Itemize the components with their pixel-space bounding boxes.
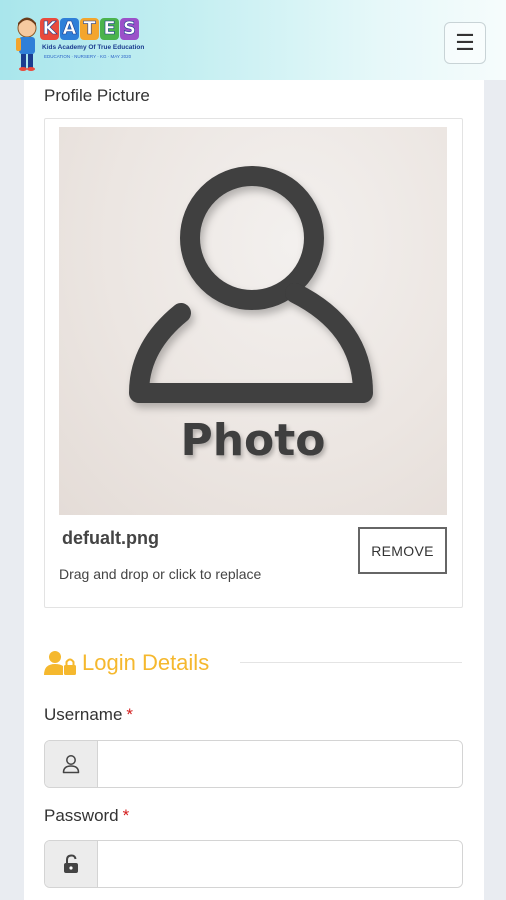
required-mark: * bbox=[122, 806, 130, 825]
password-label-text: Password bbox=[44, 806, 119, 825]
file-name: defualt.png bbox=[62, 528, 159, 548]
logo-wordmark: K A T E S bbox=[40, 18, 139, 40]
dropzone-hint: Drag and drop or click to replace bbox=[59, 566, 262, 582]
password-label: Password * bbox=[44, 806, 129, 826]
profile-photo-preview[interactable]: Photo bbox=[59, 127, 447, 515]
logo-letter: T bbox=[80, 18, 99, 40]
password-input-group bbox=[44, 840, 463, 888]
username-input[interactable] bbox=[98, 741, 462, 787]
remove-button[interactable]: REMOVE bbox=[358, 527, 447, 574]
photo-placeholder-text: Photo bbox=[180, 415, 326, 466]
logo-letter: E bbox=[100, 18, 119, 40]
section-divider bbox=[240, 662, 462, 663]
logo-letter: A bbox=[60, 18, 79, 40]
username-input-group bbox=[44, 740, 463, 788]
password-input[interactable] bbox=[98, 841, 462, 887]
required-mark: * bbox=[126, 705, 134, 724]
kates-logo[interactable]: K A T E S Kids Academy Of True Education… bbox=[12, 10, 152, 72]
unlock-icon bbox=[45, 841, 98, 887]
username-label-text: Username bbox=[44, 705, 123, 724]
menu-button[interactable]: ☰ bbox=[444, 22, 486, 64]
login-details-title: Login Details bbox=[82, 650, 210, 675]
login-details-header: Login Details bbox=[44, 646, 209, 680]
logo-subtagline: EDUCATION · NURSERY · KG · MAY 2020 bbox=[44, 54, 132, 59]
app-header: K A T E S Kids Academy Of True Education… bbox=[0, 0, 506, 80]
profile-picture-label: Profile Picture bbox=[44, 86, 150, 105]
kid-mascot-icon bbox=[16, 17, 37, 71]
user-icon bbox=[45, 741, 98, 787]
logo-letter: K bbox=[40, 18, 59, 40]
logo-letter: S bbox=[120, 18, 139, 40]
username-label: Username * bbox=[44, 705, 133, 725]
user-lock-icon bbox=[44, 651, 76, 675]
hamburger-icon: ☰ bbox=[455, 30, 475, 55]
logo-tagline: Kids Academy Of True Education bbox=[42, 44, 145, 51]
